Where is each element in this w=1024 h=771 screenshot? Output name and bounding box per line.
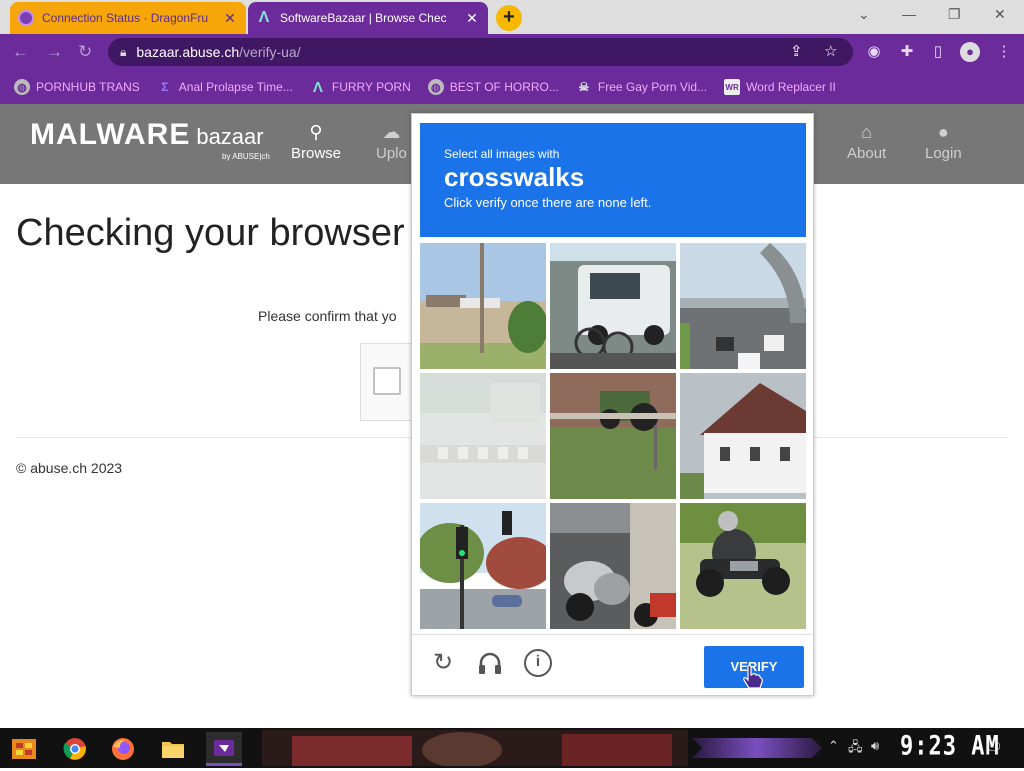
bookmark-item[interactable]: ☠ Free Gay Porn Vid... <box>576 79 708 95</box>
share-icon[interactable]: ⇪ <box>790 38 803 66</box>
tab-softwarebazaar[interactable]: Λ SoftwareBazaar | Browse Chec ✕ <box>248 2 488 34</box>
bookmark-star-icon[interactable]: ☆ <box>824 38 837 66</box>
sigma-icon: Σ <box>161 80 169 94</box>
nav-label: About <box>847 145 887 162</box>
info-icon[interactable]: i <box>524 649 552 677</box>
back-arrow-icon[interactable]: ← <box>12 42 29 62</box>
captcha-target: crosswalks <box>444 162 585 192</box>
bookmark-label: BEST OF HORRO... <box>449 80 559 94</box>
lock-icon[interactable]: 🔒︎ <box>120 45 126 60</box>
upload-icon: ☁ <box>382 122 401 142</box>
nav-label: Uplo <box>376 145 407 162</box>
tab-close-icon[interactable]: ✕ <box>464 10 480 27</box>
restore-button[interactable]: ❐ <box>948 6 961 23</box>
tab-search-icon[interactable]: ⌄ <box>858 6 870 23</box>
puzzle-icon[interactable]: ✚ <box>897 42 917 62</box>
user-icon: ● <box>937 122 949 142</box>
captcha-tile-white-house[interactable] <box>680 373 806 499</box>
skull-icon: ☠ <box>578 80 590 94</box>
lambda-icon: Λ <box>312 78 323 96</box>
chrome-icon[interactable] <box>57 732 93 766</box>
extension-avatar-icon[interactable]: ◉ <box>864 42 884 62</box>
logo-main: MALWARE <box>30 118 191 151</box>
captcha-tile-highway-traffic[interactable] <box>680 243 806 369</box>
nav-browse[interactable]: ⚲ Browse <box>291 122 341 162</box>
captcha-tile-car-and-bicycle[interactable] <box>550 243 676 369</box>
captcha-tile-field-with-pole[interactable] <box>420 243 546 369</box>
footer-copyright: © abuse.ch 2023 <box>16 460 123 476</box>
captcha-image-grid <box>420 243 806 629</box>
logo-by: by ABUSE|ch <box>222 152 270 161</box>
taskbar: ⌃ 🖧︎ 🔊︎ 9:23 AM 🗨︎ <box>0 728 1024 768</box>
url-host: bazaar.abuse.ch <box>136 44 240 60</box>
captcha-tile-tractor-field[interactable] <box>550 373 676 499</box>
nav-label: Login <box>925 145 962 162</box>
reload-icon[interactable]: ↻ <box>429 649 457 677</box>
captcha-tile-traffic-light-street[interactable] <box>420 503 546 629</box>
folder-icon[interactable] <box>155 732 191 766</box>
bookmark-label: FURRY PORN <box>331 80 411 94</box>
chevron-up-icon[interactable]: ⌃ <box>828 738 839 754</box>
firefox-icon[interactable] <box>105 732 141 766</box>
site-logo[interactable]: MALWARE bazaar <box>30 118 264 152</box>
bookmark-label: Free Gay Porn Vid... <box>597 80 708 94</box>
minimize-button[interactable]: — <box>902 6 916 22</box>
bookmark-item[interactable]: Λ FURRY PORN <box>310 78 411 96</box>
globe-icon: ◍ <box>427 79 444 95</box>
captcha-tile-faded-crosswalk[interactable] <box>420 373 546 499</box>
nav-label: Browse <box>291 145 342 162</box>
close-window-button[interactable]: ✕ <box>994 6 1006 23</box>
address-bar[interactable]: 🔒︎ bazaar.abuse.ch/verify-ua/ ⇪ ☆ <box>108 38 853 66</box>
captcha-tile-parked-scooters[interactable] <box>550 503 676 629</box>
start-icon[interactable] <box>6 732 42 766</box>
sidepanel-icon[interactable]: ▯ <box>928 42 948 62</box>
bookmark-label: Word Replacer II <box>746 80 836 94</box>
network-icon[interactable]: 🖧︎ <box>848 738 863 760</box>
captcha-line3: Click verify once there are none left. <box>444 195 652 210</box>
taskbar-decoration <box>692 738 822 758</box>
nav-upload[interactable]: ☁ Uplo <box>376 122 407 162</box>
wr-icon: WR <box>724 79 741 95</box>
bookmark-label: PORNHUB TRANS <box>36 80 140 94</box>
logo-sub: bazaar <box>196 124 264 149</box>
captcha-line1: Select all images with <box>444 147 560 161</box>
page-title: Checking your browser <box>16 212 405 254</box>
bookmark-label: Anal Prolapse Time... <box>178 80 293 94</box>
volume-icon[interactable]: 🔊︎ <box>871 738 879 754</box>
url-path: /verify-ua/ <box>239 44 301 60</box>
browser-toolbar: ← → ↻ 🔒︎ bazaar.abuse.ch/verify-ua/ ⇪ ☆ … <box>0 34 1024 70</box>
nav-about[interactable]: ⌂ About <box>847 122 886 162</box>
tab-strip: Connection Status · DragonFru ✕ Λ Softwa… <box>0 0 1024 34</box>
bookmark-item[interactable]: ◍ PORNHUB TRANS <box>14 79 140 95</box>
headphones-icon[interactable] <box>476 649 504 677</box>
bookmark-item[interactable]: ◍ BEST OF HORRO... <box>427 79 559 95</box>
reload-icon[interactable]: ↻ <box>78 42 92 62</box>
bank-icon: ⌂ <box>861 122 873 142</box>
lambda-icon: Λ <box>258 9 270 26</box>
captcha-tile-motorcycle-rider[interactable] <box>680 503 806 629</box>
profile-icon[interactable]: ● <box>960 42 980 62</box>
confirm-text: Please confirm that yo <box>258 308 397 324</box>
tab-connection-status[interactable]: Connection Status · DragonFru ✕ <box>10 2 246 34</box>
taskbar-wallpaper-image <box>262 730 688 768</box>
tab-title: SoftwareBazaar | Browse Chec <box>280 11 447 25</box>
notification-icon[interactable]: 🗨︎ <box>984 738 1003 756</box>
tab-close-icon[interactable]: ✕ <box>222 10 238 27</box>
menu-kebab-icon[interactable]: ⋮ <box>994 42 1014 62</box>
forward-arrow-icon[interactable]: → <box>46 42 63 62</box>
app-icon[interactable] <box>206 732 242 766</box>
captcha-instructions: Select all images with crosswalks Click … <box>420 123 806 237</box>
hand-cursor-icon <box>743 664 763 689</box>
bookmark-item[interactable]: Σ Anal Prolapse Time... <box>157 79 293 95</box>
nav-login[interactable]: ● Login <box>925 122 962 162</box>
dragonfruit-icon <box>18 10 34 26</box>
bookmarks-bar: ◍ PORNHUB TRANS Σ Anal Prolapse Time... … <box>0 70 1024 104</box>
new-tab-button[interactable]: + <box>496 5 522 31</box>
captcha-challenge: Select all images with crosswalks Click … <box>411 113 814 696</box>
search-icon: ⚲ <box>309 122 323 142</box>
bookmark-item[interactable]: WR Word Replacer II <box>724 79 836 95</box>
globe-icon: ◍ <box>14 79 30 95</box>
recaptcha-checkbox[interactable] <box>373 367 401 395</box>
tab-title: Connection Status · DragonFru <box>42 11 209 25</box>
